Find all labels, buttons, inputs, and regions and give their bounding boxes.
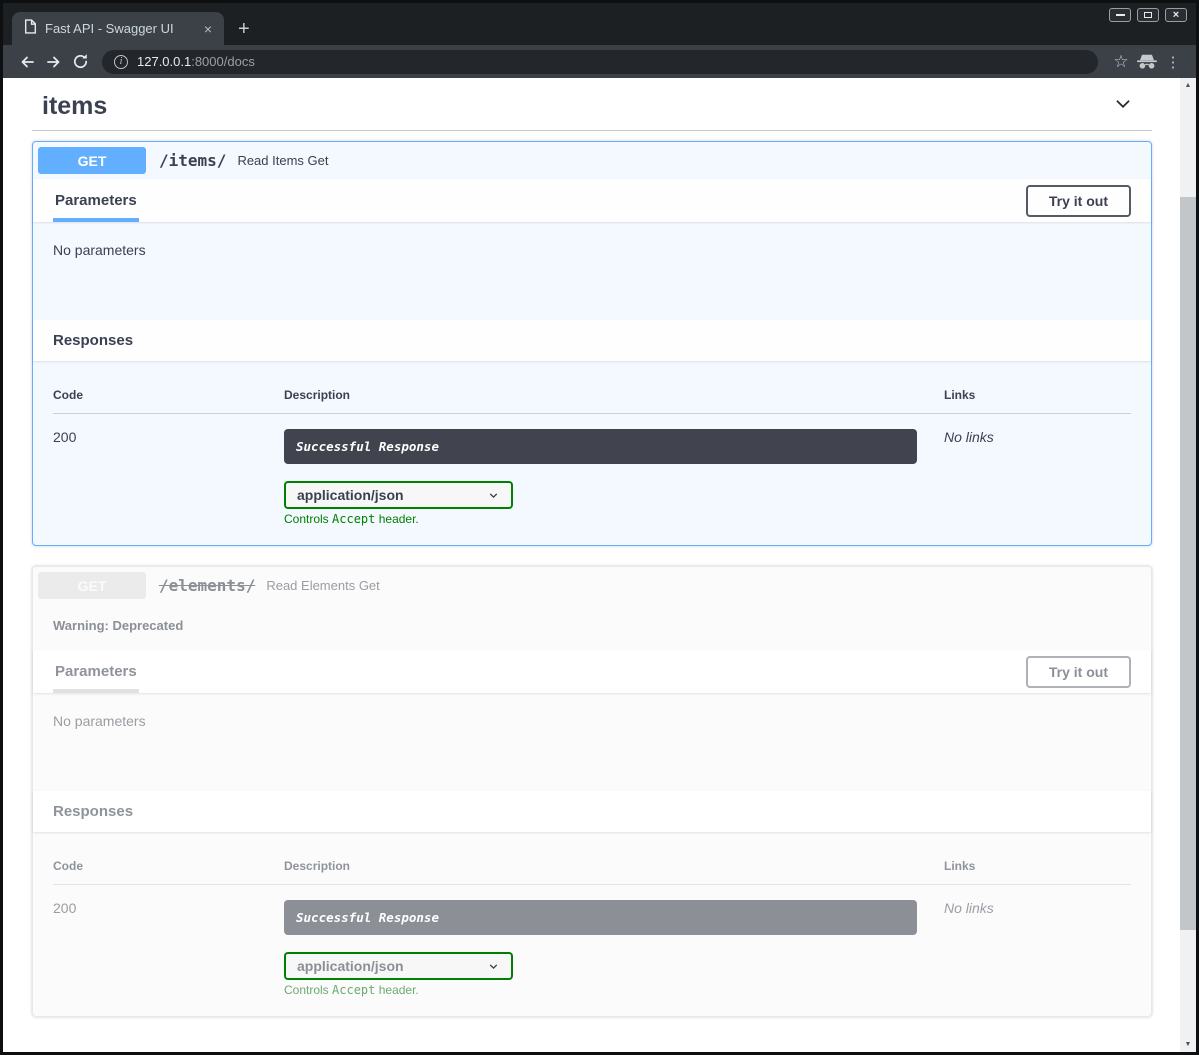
media-type-value: application/json <box>297 487 404 503</box>
parameters-body: No parameters <box>33 222 1151 320</box>
parameters-tab[interactable]: Parameters <box>53 650 139 693</box>
responses-title: Responses <box>53 320 133 361</box>
accept-header-note: Controls Accept header. <box>284 512 944 526</box>
responses-body: Code Description Links 200 Successful Re… <box>33 361 1151 545</box>
responses-header: Responses <box>33 320 1151 361</box>
col-header-description: Description <box>284 859 944 885</box>
arrow-left-icon <box>17 52 37 72</box>
media-type-value: application/json <box>297 958 404 974</box>
menu-dots-icon[interactable]: ⋮ <box>1160 53 1186 71</box>
responses-table: Code Description Links 200 Successful Re… <box>53 859 1131 997</box>
bookmark-star-icon[interactable]: ☆ <box>1108 52 1134 72</box>
maximize-icon <box>1144 12 1152 18</box>
forward-button[interactable] <box>40 52 67 72</box>
no-parameters-text: No parameters <box>53 242 146 258</box>
responses-table: Code Description Links 200 Successful Re… <box>53 388 1131 526</box>
new-tab-button[interactable]: + <box>238 20 250 38</box>
col-header-code: Code <box>53 859 284 885</box>
deprecation-warning: Warning: Deprecated <box>33 604 1151 650</box>
responses-body: Code Description Links 200 Successful Re… <box>33 832 1151 1016</box>
arrow-right-icon <box>44 52 64 72</box>
minimize-button[interactable] <box>1109 8 1131 22</box>
responses-header: Responses <box>33 791 1151 832</box>
response-links: No links <box>944 414 1131 526</box>
parameters-header: Parameters Try it out <box>33 179 1151 222</box>
try-it-out-button[interactable]: Try it out <box>1026 656 1131 688</box>
try-it-out-button[interactable]: Try it out <box>1026 185 1131 217</box>
minimize-icon <box>1116 14 1125 16</box>
media-type-select[interactable]: application/json <box>284 952 513 980</box>
back-button[interactable] <box>13 52 40 72</box>
reload-icon <box>71 52 90 71</box>
chevron-down-icon[interactable] <box>1112 93 1134 120</box>
response-description: Successful Response <box>284 429 917 464</box>
operation-path: /items/ <box>159 151 226 170</box>
no-parameters-text: No parameters <box>53 713 146 729</box>
col-header-links: Links <box>944 859 1131 885</box>
maximize-button[interactable] <box>1137 8 1159 22</box>
parameters-tab[interactable]: Parameters <box>53 179 139 222</box>
tag-group-header[interactable]: items <box>32 92 1152 121</box>
url-bar[interactable]: i 127.0.0.1:8000/docs <box>102 50 1098 74</box>
method-badge: GET <box>38 147 146 174</box>
response-description: Successful Response <box>284 900 917 935</box>
response-code: 200 <box>53 414 284 526</box>
operation-path: /elements/ <box>159 576 255 595</box>
url-text: 127.0.0.1:8000/docs <box>137 54 255 69</box>
favicon-document-icon <box>24 19 37 39</box>
incognito-icon[interactable] <box>1134 54 1160 70</box>
close-icon: × <box>1173 10 1179 20</box>
scrollbar-thumb[interactable] <box>1180 197 1196 930</box>
operation-summary: Read Elements Get <box>266 578 379 593</box>
accept-header-note: Controls Accept header. <box>284 983 944 997</box>
select-chevron-icon <box>487 960 500 973</box>
opblock-get-elements-deprecated: GET /elements/ Read Elements Get Warning… <box>32 566 1152 1017</box>
browser-tab[interactable]: Fast API - Swagger UI × <box>12 12 224 45</box>
url-path: :8000/docs <box>191 54 255 69</box>
swagger-page: items GET /items/ Read Items Get Paramet… <box>3 78 1180 1052</box>
section-divider <box>32 130 1152 131</box>
close-button[interactable]: × <box>1165 8 1187 22</box>
opblock-get-items: GET /items/ Read Items Get Parameters Tr… <box>32 141 1152 546</box>
select-chevron-icon <box>487 489 500 502</box>
responses-title: Responses <box>53 791 133 832</box>
titlebar: Fast API - Swagger UI × + × <box>3 3 1196 45</box>
method-badge: GET <box>38 572 146 599</box>
url-host: 127.0.0.1 <box>137 54 191 69</box>
scroll-down-icon[interactable]: ▼ <box>1180 1041 1196 1048</box>
opblock-summary[interactable]: GET /elements/ Read Elements Get <box>33 567 1151 604</box>
browser-toolbar: i 127.0.0.1:8000/docs ☆ ⋮ <box>3 45 1196 78</box>
browser-window: Fast API - Swagger UI × + × i 127.0.0.1:… <box>0 0 1199 1055</box>
page-content: items GET /items/ Read Items Get Paramet… <box>3 78 1196 1052</box>
site-info-icon[interactable]: i <box>114 55 128 69</box>
opblock-summary[interactable]: GET /items/ Read Items Get <box>33 142 1151 179</box>
tab-close-icon[interactable]: × <box>201 21 215 37</box>
tab-title: Fast API - Swagger UI <box>45 21 193 36</box>
reload-button[interactable] <box>67 52 94 71</box>
response-code: 200 <box>53 885 284 997</box>
response-description-cell: Successful Response application/json Con… <box>284 414 944 526</box>
parameters-header: Parameters Try it out <box>33 650 1151 693</box>
window-controls: × <box>1109 8 1187 22</box>
media-type-select[interactable]: application/json <box>284 481 513 509</box>
col-header-code: Code <box>53 388 284 414</box>
col-header-description: Description <box>284 388 944 414</box>
col-header-links: Links <box>944 388 1131 414</box>
vertical-scrollbar[interactable]: ▲ ▼ <box>1180 78 1196 1052</box>
operation-summary: Read Items Get <box>237 153 328 168</box>
tag-group-title: items <box>42 92 107 121</box>
scroll-up-icon[interactable]: ▲ <box>1180 82 1196 89</box>
response-description-cell: Successful Response application/json Con… <box>284 885 944 997</box>
parameters-body: No parameters <box>33 693 1151 791</box>
response-links: No links <box>944 885 1131 997</box>
